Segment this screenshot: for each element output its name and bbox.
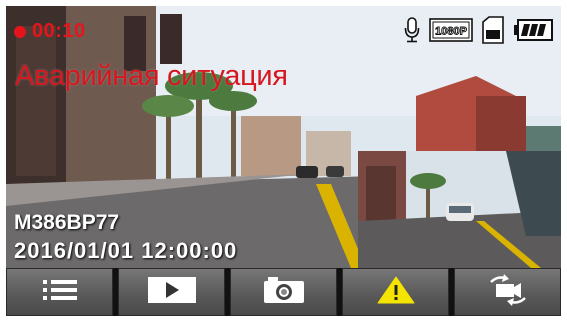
control-toolbar xyxy=(6,268,561,316)
snapshot-button[interactable] xyxy=(230,268,337,316)
menu-icon xyxy=(41,278,79,307)
sd-card-icon xyxy=(482,16,504,49)
dashcam-screen: 00:10 1080P Аварийная ситуация M386BP77 … xyxy=(6,6,561,316)
pip-view xyxy=(358,151,561,268)
emergency-lock-button[interactable] xyxy=(342,268,449,316)
menu-button[interactable] xyxy=(6,268,113,316)
playback-button[interactable] xyxy=(118,268,225,316)
camera-icon xyxy=(262,275,306,310)
license-plate-text: M386BP77 xyxy=(14,211,120,234)
warning-icon xyxy=(376,275,416,310)
date-time-text: 2016/01/01 12:00:00 xyxy=(14,238,238,263)
emergency-label: Аварийная ситуация xyxy=(15,60,288,92)
switch-camera-button[interactable] xyxy=(454,268,561,316)
resolution-icon: 1080P xyxy=(429,18,473,47)
switch-camera-icon xyxy=(487,273,529,311)
battery-icon xyxy=(513,19,553,46)
recording-indicator: 00:10 xyxy=(14,20,86,43)
status-icons: 1080P xyxy=(404,16,553,49)
resolution-label: 1080P xyxy=(435,26,467,38)
play-icon xyxy=(147,276,197,309)
microphone-icon xyxy=(404,17,420,48)
record-dot-icon xyxy=(14,25,26,38)
recording-time: 00:10 xyxy=(32,20,86,42)
